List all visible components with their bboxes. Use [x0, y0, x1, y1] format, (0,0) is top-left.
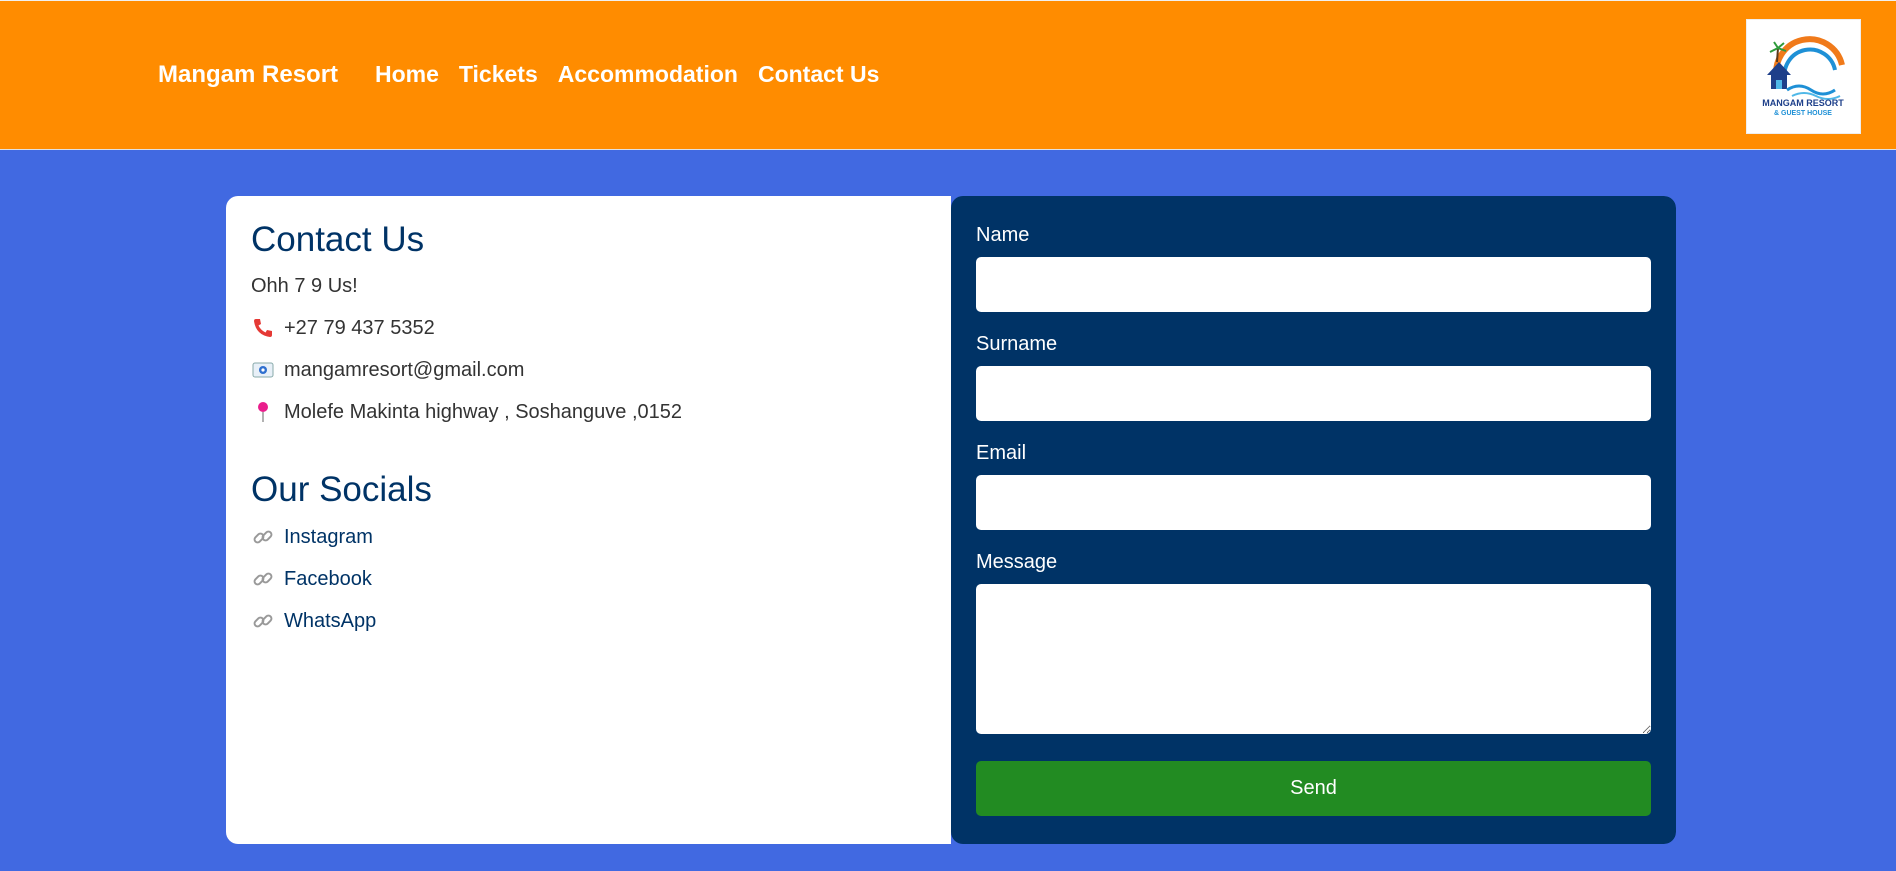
nav-tickets[interactable]: Tickets [459, 61, 538, 88]
name-label: Name [976, 224, 1030, 246]
contact-email-row: mangamresort@gmail.com [251, 358, 926, 382]
brand-title[interactable]: Mangam Resort [158, 61, 338, 89]
contact-card: Contact Us Ohh 7 9 Us! +27 79 437 5352 m… [226, 196, 1676, 844]
nav-contact-us[interactable]: Contact Us [758, 61, 879, 88]
surname-input[interactable] [976, 366, 1651, 421]
social-instagram-link[interactable]: Instagram [284, 526, 373, 549]
social-whatsapp-link[interactable]: WhatsApp [284, 610, 376, 633]
message-label: Message [976, 551, 1058, 573]
pin-icon [251, 400, 275, 424]
contact-tagline: Ohh 7 9 Us! [251, 275, 358, 297]
message-textarea[interactable] [976, 584, 1651, 734]
contact-address: Molefe Makinta highway , Soshanguve ,015… [284, 400, 683, 423]
site-header: Mangam Resort Home Tickets Accommodation… [0, 0, 1896, 150]
logo-text-line2: & GUEST HOUSE [1774, 110, 1832, 117]
envelope-icon [251, 358, 275, 382]
contact-phone-row: +27 79 437 5352 [251, 316, 926, 340]
send-button[interactable]: Send [976, 761, 1651, 816]
nav-accommodation[interactable]: Accommodation [558, 61, 738, 88]
name-input[interactable] [976, 257, 1651, 312]
contact-info-panel: Contact Us Ohh 7 9 Us! +27 79 437 5352 m… [226, 196, 951, 844]
main-nav: Home Tickets Accommodation Contact Us [375, 61, 879, 88]
link-icon [251, 525, 275, 549]
socials-section: Our Socials Instagram Facebook WhatsApp [251, 472, 926, 633]
link-icon [251, 567, 275, 591]
contact-address-row: Molefe Makinta highway , Soshanguve ,015… [251, 400, 926, 424]
phone-icon [251, 316, 275, 340]
link-icon [251, 609, 275, 633]
resort-logo: MANGAM RESORT & GUEST HOUSE [1746, 19, 1861, 134]
social-instagram-row: Instagram [251, 525, 926, 549]
email-label: Email [976, 442, 1027, 464]
socials-title: Our Socials [251, 470, 432, 509]
contact-form: Name Surname Email Message Send [951, 196, 1676, 844]
nav-home[interactable]: Home [375, 61, 439, 88]
social-facebook-link[interactable]: Facebook [284, 568, 372, 591]
social-whatsapp-row: WhatsApp [251, 609, 926, 633]
surname-label: Surname [976, 333, 1058, 355]
contact-email: mangamresort@gmail.com [284, 358, 525, 381]
logo-text-line1: MANGAM RESORT [1762, 98, 1844, 108]
contact-title: Contact Us [251, 220, 425, 259]
contact-phone: +27 79 437 5352 [284, 316, 435, 339]
social-facebook-row: Facebook [251, 567, 926, 591]
email-input[interactable] [976, 475, 1651, 530]
